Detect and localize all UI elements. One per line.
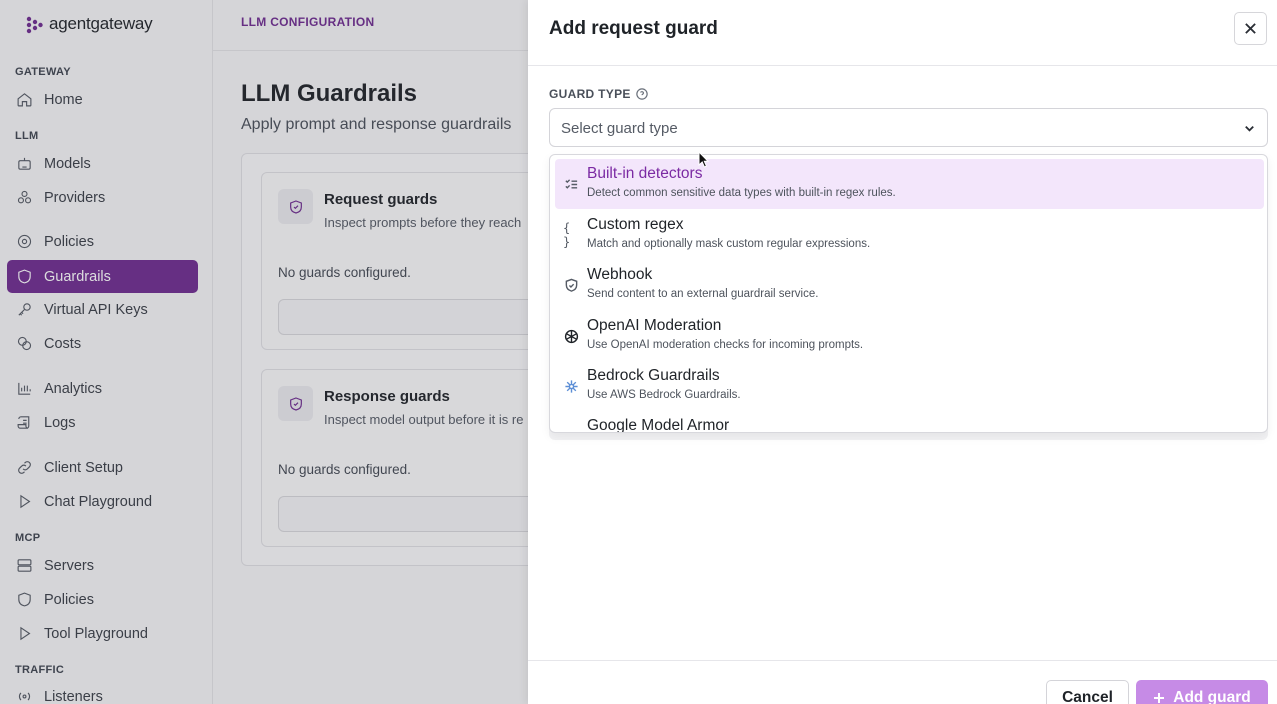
drawer-header: Add request guard	[528, 0, 1277, 66]
option-title: Google Model Armor	[587, 417, 730, 433]
option-title: Bedrock Guardrails	[587, 367, 720, 384]
google-icon	[563, 428, 579, 432]
add-guard-label: Add guard	[1173, 689, 1251, 704]
option-title: Webhook	[587, 266, 653, 283]
chevron-down-icon	[1245, 125, 1254, 132]
add-guard-drawer: Add request guard GUARD TYPE Select guar…	[528, 0, 1277, 704]
option-custom-regex[interactable]: { } Custom regex Match and optionally ma…	[555, 210, 1264, 260]
option-bedrock-guardrails[interactable]: Bedrock Guardrails Use AWS Bedrock Guard…	[555, 361, 1264, 411]
close-icon	[1245, 23, 1256, 34]
modal-overlay[interactable]	[0, 0, 528, 704]
guard-type-label-text: GUARD TYPE	[549, 87, 631, 101]
help-icon[interactable]	[635, 88, 648, 100]
drawer-title: Add request guard	[549, 18, 718, 39]
guard-type-select[interactable]: Select guard type	[549, 108, 1268, 147]
checklist-icon	[563, 176, 579, 192]
guard-type-dropdown: Built-in detectors Detect common sensiti…	[549, 154, 1268, 433]
option-desc: Use OpenAI moderation checks for incomin…	[587, 339, 864, 351]
option-openai-moderation[interactable]: OpenAI Moderation Use OpenAI moderation …	[555, 311, 1264, 361]
openai-icon	[563, 328, 579, 344]
close-button[interactable]	[1234, 12, 1267, 45]
option-title: Custom regex	[587, 216, 684, 233]
option-desc: Use AWS Bedrock Guardrails.	[587, 389, 741, 401]
add-guard-button[interactable]: Add guard	[1136, 680, 1268, 704]
guard-type-label: GUARD TYPE	[549, 87, 648, 101]
braces-icon: { }	[563, 221, 571, 249]
option-desc: Detect common sensitive data types with …	[587, 187, 896, 199]
shield-check-icon	[563, 277, 579, 293]
option-desc: Send content to an external guardrail se…	[587, 288, 819, 300]
mouse-cursor-icon	[698, 151, 710, 168]
bedrock-icon	[563, 378, 579, 394]
option-built-in-detectors[interactable]: Built-in detectors Detect common sensiti…	[555, 159, 1264, 209]
drawer-footer: Cancel Add guard	[528, 660, 1277, 704]
option-google-model-armor[interactable]: Google Model Armor	[555, 411, 1264, 433]
guard-type-placeholder: Select guard type	[561, 120, 678, 137]
option-desc: Match and optionally mask custom regular…	[587, 238, 871, 250]
option-webhook[interactable]: Webhook Send content to an external guar…	[555, 260, 1264, 310]
plus-icon	[1154, 693, 1165, 703]
cancel-button[interactable]: Cancel	[1046, 680, 1129, 704]
option-title: Built-in detectors	[587, 165, 703, 182]
option-title: OpenAI Moderation	[587, 317, 722, 334]
